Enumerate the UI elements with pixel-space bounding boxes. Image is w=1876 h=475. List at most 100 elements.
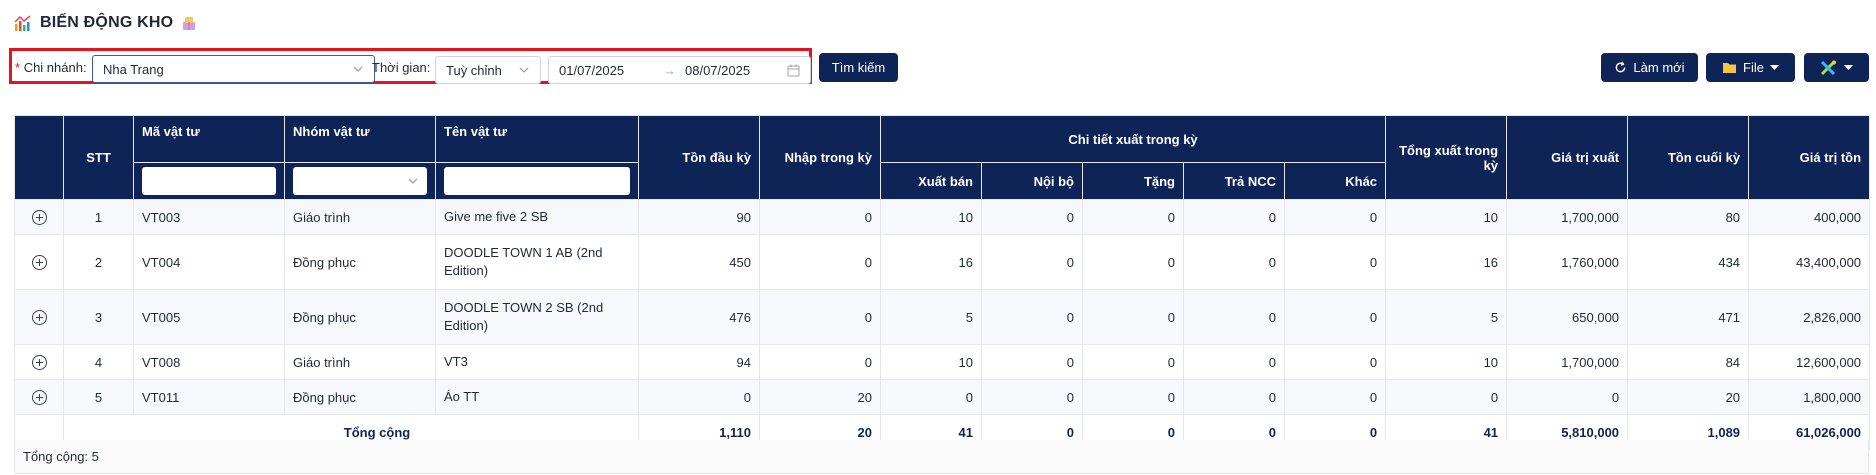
cell-return-ncc: 0 <box>1183 234 1285 290</box>
box-emoji-icon <box>181 15 197 31</box>
filter-group-select[interactable] <box>293 167 427 195</box>
cell-stt: 3 <box>63 289 134 345</box>
cell-opening: 476 <box>638 289 760 345</box>
table-row: 1 VT003 Giáo trình Give me five 2 SB 90 0 10 0 0… <box>14 199 1871 235</box>
cell-stock-value: 12,600,000 <box>1748 344 1871 380</box>
filter-name-input[interactable] <box>444 167 630 195</box>
cell-closing: 471 <box>1627 289 1750 345</box>
cell-sale: 10 <box>880 199 982 235</box>
cell-group: Đồng phục <box>284 289 436 345</box>
cell-group: Giáo trình <box>284 199 436 235</box>
cell-opening: 90 <box>638 199 760 235</box>
cell-closing: 20 <box>1627 379 1750 415</box>
cell-internal: 0 <box>981 289 1083 345</box>
table-row: 3 VT005 Đồng phục DOODLE TOWN 2 SB (2nd Edi… <box>14 289 1871 345</box>
cell-return-ncc: 0 <box>1183 199 1285 235</box>
cell-opening: 450 <box>638 234 760 290</box>
inventory-table: STT Mã vật tư Nhóm vật tư Tên vật tư Tồn… <box>14 115 1871 450</box>
expand-row-icon[interactable] <box>31 355 47 371</box>
cell-total-export: 10 <box>1385 199 1508 235</box>
cell-code: VT003 <box>133 199 285 235</box>
tools-icon <box>1820 60 1836 75</box>
filter-bar: * Chi nhánh: Nha Trang Thời gian: Tuỳ ch… <box>9 48 812 84</box>
col-other: Khác <box>1283 162 1387 200</box>
cell-name: Give me five 2 SB <box>435 199 639 235</box>
cell-name: DOODLE TOWN 2 SB (2nd Edition) <box>435 289 639 345</box>
cell-sale: 10 <box>880 344 982 380</box>
cell-closing: 80 <box>1627 199 1750 235</box>
date-range-picker[interactable]: 01/07/2025 → 08/07/2025 <box>548 56 811 84</box>
table-row: 4 VT008 Giáo trình VT3 94 0 10 0 0 0 0 10 1,700,000 8… <box>14 344 1871 380</box>
cell-opening: 94 <box>638 344 760 380</box>
cell-stock-value: 43,400,000 <box>1748 234 1871 290</box>
filter-group-cell <box>284 162 436 200</box>
cell-gift: 0 <box>1082 199 1184 235</box>
table-row: 2 VT004 Đồng phục DOODLE TOWN 1 AB (2nd Edi… <box>14 234 1871 290</box>
cell-sale: 16 <box>880 234 982 290</box>
refresh-button[interactable]: Làm mới <box>1601 53 1698 82</box>
cell-name: DOODLE TOWN 1 AB (2nd Edition) <box>435 234 639 290</box>
cell-export-value: 0 <box>1506 379 1629 415</box>
cell-opening: 0 <box>638 379 760 415</box>
col-code: Mã vật tư <box>133 115 285 163</box>
refresh-icon <box>1616 61 1626 73</box>
cell-gift: 0 <box>1082 289 1184 345</box>
cell-sale: 5 <box>880 289 982 345</box>
caret-down-icon <box>1769 64 1779 70</box>
expand-row-icon[interactable] <box>31 255 47 271</box>
cell-internal: 0 <box>981 344 1083 380</box>
cell-internal: 0 <box>981 234 1083 290</box>
cell-stt: 2 <box>63 234 134 290</box>
table-row: 5 VT011 Đồng phục Áo TT 0 20 0 0 0 0 0 0 0 20 1,800,00… <box>14 379 1871 415</box>
file-menu-button[interactable]: File <box>1706 53 1795 82</box>
cell-total-export: 16 <box>1385 234 1508 290</box>
cell-closing: 84 <box>1627 344 1750 380</box>
cell-export-value: 650,000 <box>1506 289 1629 345</box>
cell-other: 0 <box>1283 344 1387 380</box>
cell-import: 20 <box>759 379 881 415</box>
folder-icon <box>1723 63 1737 73</box>
chevron-down-icon <box>519 67 529 73</box>
cell-stt: 5 <box>63 379 134 415</box>
col-gift: Tặng <box>1082 162 1184 200</box>
expand-row-icon[interactable] <box>31 310 47 326</box>
cell-gift: 0 <box>1082 344 1184 380</box>
col-name: Tên vật tư <box>435 115 639 163</box>
col-sale: Xuất bán <box>880 162 982 200</box>
filter-code-cell <box>133 162 285 200</box>
col-closing: Tồn cuối kỳ <box>1627 115 1750 200</box>
cell-name: Áo TT <box>435 379 639 415</box>
col-export-value: Giá trị xuất <box>1506 115 1629 200</box>
filter-code-input[interactable] <box>142 167 276 195</box>
expand-row-icon[interactable] <box>31 390 47 406</box>
chevron-down-icon <box>408 178 418 184</box>
cell-group: Đồng phục <box>284 379 436 415</box>
date-to-input[interactable]: 08/07/2025 <box>685 63 750 78</box>
cell-other: 0 <box>1283 199 1387 235</box>
cell-other: 0 <box>1283 289 1387 345</box>
col-stt: STT <box>63 115 134 200</box>
cell-stock-value: 1,800,000 <box>1748 379 1871 415</box>
cell-return-ncc: 0 <box>1183 289 1285 345</box>
cell-import: 0 <box>759 344 881 380</box>
chart-icon <box>14 14 32 32</box>
cell-total-export: 10 <box>1385 344 1508 380</box>
col-opening: Tồn đầu kỳ <box>638 115 760 200</box>
cell-stock-value: 2,826,000 <box>1748 289 1871 345</box>
cell-group: Đồng phục <box>284 234 436 290</box>
expand-column-header <box>14 115 64 200</box>
cell-code: VT005 <box>133 289 285 345</box>
cell-group: Giáo trình <box>284 344 436 380</box>
col-internal: Nội bộ <box>981 162 1083 200</box>
branch-label: * Chi nhánh: <box>15 60 87 75</box>
date-from-input[interactable]: 01/07/2025 <box>559 63 624 78</box>
caret-down-icon <box>1844 64 1853 70</box>
time-range-select[interactable]: Tuỳ chỉnh <box>435 56 541 84</box>
cell-stock-value: 400,000 <box>1748 199 1871 235</box>
col-export-detail: Chi tiết xuất trong kỳ <box>879 115 1387 163</box>
expand-row-icon[interactable] <box>31 210 47 226</box>
search-button[interactable]: Tìm kiếm <box>819 53 898 82</box>
cell-import: 0 <box>759 234 881 290</box>
branch-select[interactable]: Nha Trang <box>92 55 375 83</box>
tools-menu-button[interactable] <box>1804 53 1869 82</box>
